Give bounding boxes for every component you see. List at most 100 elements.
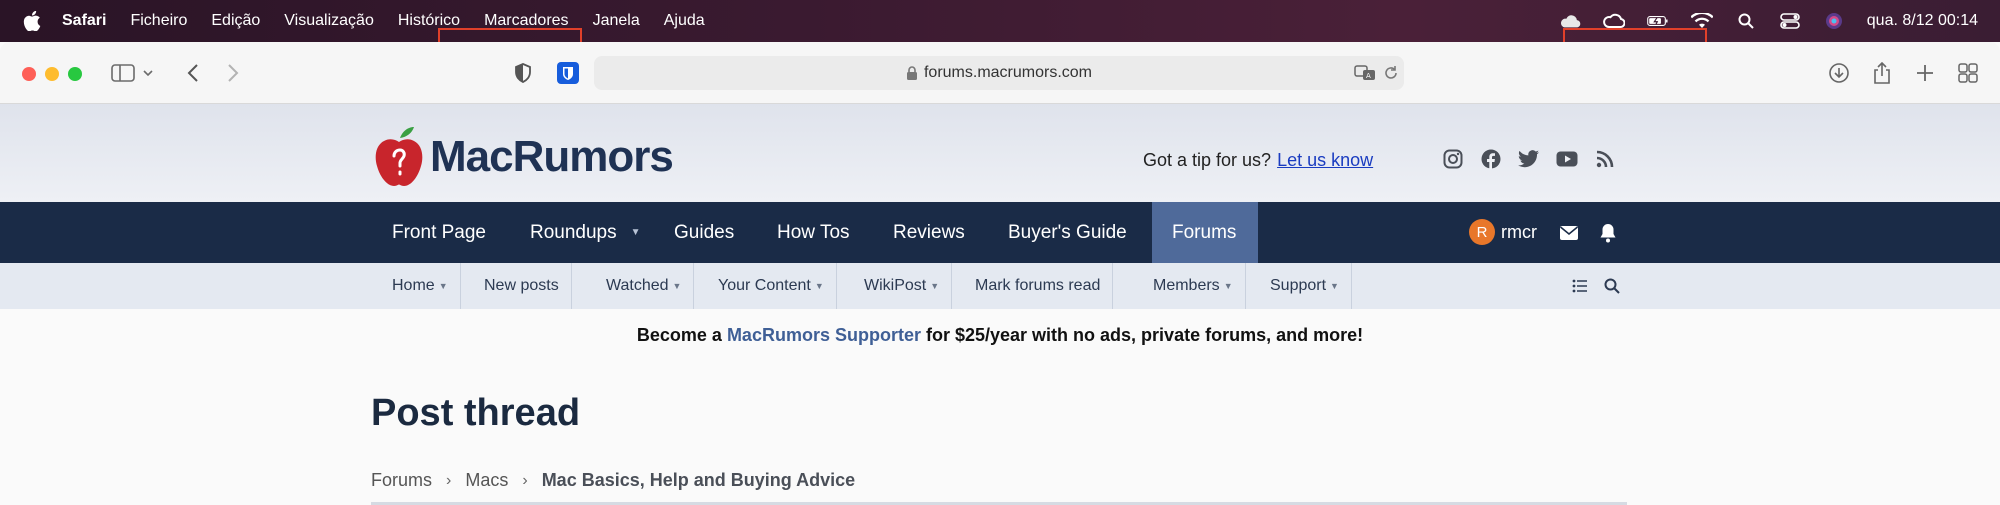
subnav-label: Your Content [718,277,811,294]
facebook-icon[interactable] [1480,148,1502,170]
close-window-button[interactable] [22,67,36,81]
tip-prompt: Got a tip for us? Let us know [1143,150,1373,171]
supporter-promo: Become a MacRumors Supporter for $25/yea… [0,325,2000,346]
share-icon[interactable] [1869,60,1895,86]
subnav-label: Home [392,277,435,294]
nav-label: Forums [1172,221,1237,243]
downloads-icon[interactable] [1826,60,1852,86]
main-navigation: Front Page Roundups ▼ Guides How Tos Revi… [0,202,2000,263]
nav-front-page[interactable]: Front Page [372,202,506,263]
subnav-support[interactable]: Support ▼ [1258,263,1352,309]
subnav-label: Support [1270,277,1327,294]
subnav-members[interactable]: Members ▼ [1141,263,1246,309]
promo-text-after: for $25/year with no ads, private forums… [925,325,1364,345]
caret-down-icon: ▼ [672,281,682,291]
reload-icon[interactable] [1378,60,1404,86]
inbox-envelope-icon[interactable] [1557,221,1581,245]
supporter-link[interactable]: MacRumors Supporter [727,325,921,345]
privacy-shield-icon[interactable] [510,60,536,86]
breadcrumb: Forums › Macs › Mac Basics, Help and Buy… [371,470,855,491]
breadcrumb-mac-basics[interactable]: Mac Basics, Help and Buying Advice [542,470,855,491]
translate-icon[interactable]: A [1352,60,1378,86]
rss-feed-icon[interactable] [1594,148,1616,170]
subnav-home[interactable]: Home ▼ [380,263,461,309]
menu-app-safari[interactable]: Safari [62,12,106,30]
caret-down-icon: ▼ [1223,281,1233,291]
apple-icon[interactable] [22,11,42,31]
menu-edicao[interactable]: Edição [211,12,260,30]
subnav-wikipost[interactable]: WikiPost ▼ [852,263,953,309]
zoom-window-button[interactable] [68,67,82,81]
nav-label: Guides [674,221,735,243]
nav-label: Roundups [530,221,617,243]
nav-label: How Tos [777,221,850,243]
nav-how-tos[interactable]: How Tos [757,202,870,263]
menu-ajuda[interactable]: Ajuda [664,12,705,30]
subnav-mark-forums-read[interactable]: Mark forums read [963,263,1114,309]
minimize-window-button[interactable] [45,67,59,81]
username: rmcr [1501,221,1537,242]
promo-text-before: Become a [636,325,722,345]
caret-down-icon[interactable]: ▼ [631,227,641,238]
youtube-icon[interactable] [1556,148,1578,170]
chevron-right-icon: › [522,471,528,489]
nav-guides[interactable]: Guides [654,202,754,263]
siri-icon[interactable] [1823,12,1845,30]
safari-toolbar: forums.macrumors.com A [0,42,2000,104]
bitwarden-extension-icon[interactable] [555,60,581,86]
tip-link[interactable]: Let us know [1277,150,1373,170]
search-icon[interactable] [1601,275,1623,297]
menu-visualizacao[interactable]: Visualização [284,12,374,30]
caret-down-icon: ▼ [438,281,448,291]
url-text: forums.macrumors.com [923,64,1093,81]
tab-overview-icon[interactable] [1955,60,1981,86]
instagram-icon[interactable] [1442,148,1464,170]
tip-text: Got a tip for us? [1143,150,1272,170]
subnav-your-content[interactable]: Your Content ▼ [706,263,837,309]
forum-sub-navigation: Home ▼ New posts Watched ▼ Your Content ▼ W… [0,263,2000,309]
forward-arrow-icon[interactable] [220,60,246,86]
nav-label: Front Page [392,221,486,243]
notifications-bell-icon[interactable] [1596,221,1620,245]
macrumors-apple-logo-icon [375,127,423,186]
control-center-icon[interactable] [1779,12,1801,30]
new-tab-plus-icon[interactable] [1912,60,1938,86]
menu-clock[interactable]: qua. 8/12 00:14 [1867,12,1978,30]
twitter-icon[interactable] [1518,148,1540,170]
social-links [1442,148,1616,170]
nav-roundups[interactable]: Roundups ▼ [510,202,661,263]
nav-reviews[interactable]: Reviews [873,202,985,263]
logo-wordmark: MacRumors [430,132,674,181]
svg-text:A: A [1366,72,1371,80]
macrumors-logo[interactable]: MacRumors [372,126,674,188]
nav-label: Reviews [893,221,965,243]
subnav-watched[interactable]: Watched ▼ [594,263,695,309]
list-view-icon[interactable] [1569,275,1591,297]
subnav-new-posts[interactable]: New posts [472,263,572,309]
avatar: R [1469,219,1495,245]
subnav-label: WikiPost [864,277,927,294]
nav-forums[interactable]: Forums [1152,202,1258,263]
site-header: MacRumors Got a tip for us? Let us know [0,104,2000,202]
caret-down-icon: ▼ [930,281,940,291]
breadcrumb-forums[interactable]: Forums [371,470,432,491]
caret-down-icon: ▼ [1330,281,1339,291]
subnav-label: Watched [606,277,669,294]
subnav-label: New posts [484,277,559,294]
menu-janela[interactable]: Janela [593,12,640,30]
lock-icon [906,66,918,80]
back-arrow-icon[interactable] [180,60,206,86]
spotlight-search-icon[interactable] [1735,12,1757,30]
address-bar[interactable]: forums.macrumors.com [594,56,1404,90]
chevron-right-icon: › [446,471,452,489]
caret-down-icon: ▼ [814,281,824,291]
nav-label: Buyer's Guide [1008,221,1127,243]
breadcrumb-macs[interactable]: Macs [465,470,508,491]
page-title: Post thread [371,392,581,434]
chevron-down-icon[interactable] [140,60,156,86]
menu-ficheiro[interactable]: Ficheiro [130,12,187,30]
user-account[interactable]: R rmcr [1469,219,1537,245]
nav-buyers-guide[interactable]: Buyer's Guide [988,202,1147,263]
subnav-label: Members [1153,277,1220,294]
sidebar-toggle-icon[interactable] [110,60,136,86]
